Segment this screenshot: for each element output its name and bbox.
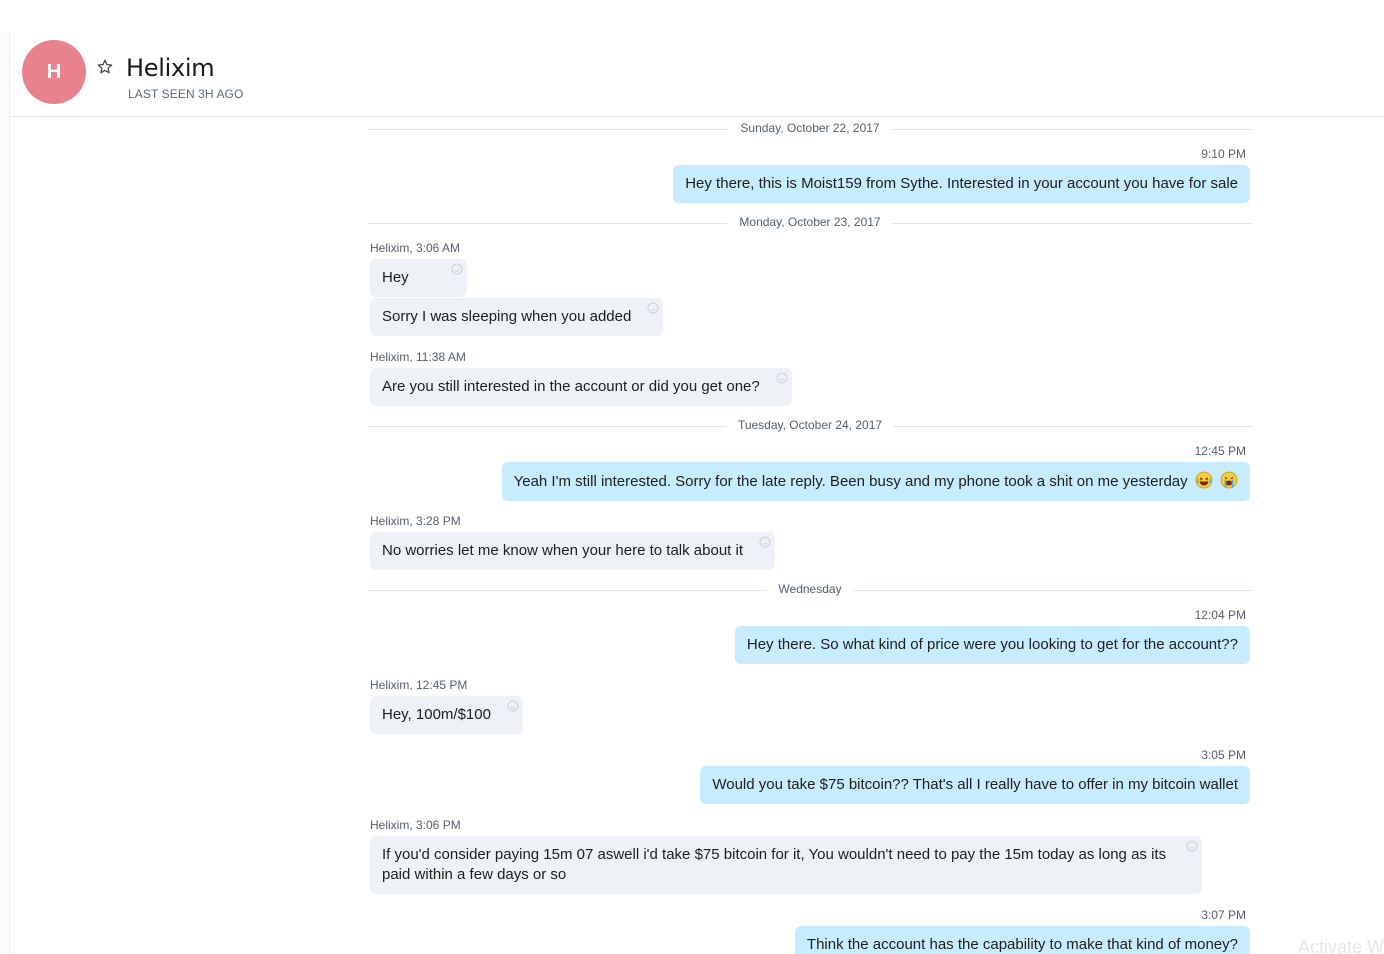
reaction-icon[interactable] [1186,840,1198,852]
date-separator: Monday, October 23, 2017 [368,215,1252,231]
message-sender-time: Helixim, 3:06 AM [370,241,461,255]
outgoing-message[interactable]: Hey there. So what kind of price were yo… [734,626,1250,664]
incoming-message[interactable]: Hey [370,259,467,297]
reaction-icon[interactable] [776,372,788,384]
message-text: Are you still interested in the account … [382,378,760,395]
incoming-message[interactable]: No worries let me know when your here to… [370,532,776,570]
chat-header: H Helixim LAST SEEN 3H AGO [10,0,1384,117]
incoming-message[interactable]: Sorry I was sleeping when you added [370,298,664,336]
laughing-emoji-icon [1195,471,1213,489]
contact-name[interactable]: Helixim [126,54,215,82]
outgoing-message[interactable]: Yeah I'm still interested. Sorry for the… [501,462,1250,501]
message-text: If you'd consider paying 15m 07 aswell i… [382,846,1167,883]
outgoing-message[interactable]: Would you take $75 bitcoin?? That's all … [700,766,1250,804]
incoming-message[interactable]: Hey, 100m/$100 [370,696,523,734]
date-separator: Tuesday, October 24, 2017 [368,418,1252,434]
date-label: Monday, October 23, 2017 [727,215,893,229]
date-label: Sunday, October 22, 2017 [728,121,892,135]
message-timestamp: 9:10 PM [1201,147,1246,161]
crying-emoji-icon [1220,471,1238,489]
message-sender-time: Helixim, 11:38 AM [370,350,466,364]
activation-watermark: Activate W [1297,937,1384,954]
message-timestamp: 3:07 PM [1201,908,1246,922]
incoming-message[interactable]: If you'd consider paying 15m 07 aswell i… [370,836,1202,894]
message-timestamp: 12:45 PM [1194,444,1246,458]
message-sender-time: Helixim, 3:06 PM [370,818,461,832]
message-sender-time: Helixim, 12:45 PM [370,678,468,692]
message-text: Yeah I'm still interested. Sorry for the… [513,473,1188,490]
reaction-icon[interactable] [759,536,771,548]
date-label: Tuesday, October 24, 2017 [725,418,895,432]
date-label: Wednesday [766,582,854,596]
reaction-icon[interactable] [507,700,519,712]
message-list[interactable]: Sunday, October 22, 2017 9:10 PM Hey the… [0,117,1384,954]
reaction-icon[interactable] [647,302,659,314]
message-text: No worries let me know when your here to… [382,542,744,559]
reaction-icon[interactable] [451,263,463,275]
date-separator: Wednesday [368,582,1252,598]
message-text: Sorry I was sleeping when you added [382,308,632,325]
message-text: Hey [382,269,409,286]
last-seen-status: LAST SEEN 3H AGO [128,87,244,101]
outgoing-message[interactable]: Hey there, this is Moist159 from Sythe. … [673,165,1250,203]
incoming-message[interactable]: Are you still interested in the account … [370,368,792,406]
avatar-initial: H [46,60,62,83]
date-separator: Sunday, October 22, 2017 [368,121,1252,137]
message-timestamp: 3:05 PM [1201,748,1246,762]
message-timestamp: 12:04 PM [1194,608,1246,622]
avatar[interactable]: H [22,40,86,104]
outgoing-message[interactable]: Think the account has the capability to … [794,926,1250,954]
message-text: Hey, 100m/$100 [382,706,491,723]
star-icon[interactable] [96,58,114,76]
message-sender-time: Helixim, 3:28 PM [370,514,461,528]
